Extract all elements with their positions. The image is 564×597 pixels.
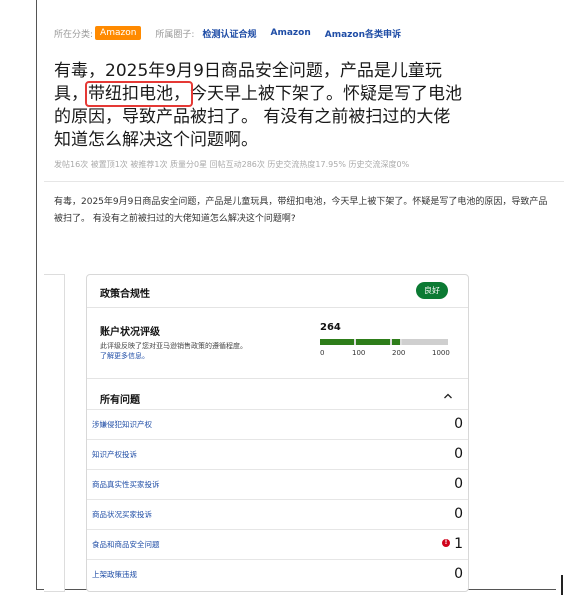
account-status-section: 账户状况评级 此评级反映了您对亚马逊销售政策的遵循程度。 了解更多信息。 264…	[87, 308, 468, 379]
issue-link[interactable]: 上架政策违规	[92, 569, 137, 580]
score-bar-segment-3	[392, 339, 400, 345]
post-title: 有毒，2025年9月9日商品安全问题，产品是儿童玩具，带纽扣电池，今天早上被下架…	[54, 60, 464, 152]
all-issues-header[interactable]: 所有问题	[87, 379, 468, 409]
post-body: 有毒，2025年9月9日商品安全问题，产品是儿童玩具，带纽扣电池，今天早上被下架…	[54, 197, 548, 224]
score-bar-segment-4	[402, 339, 448, 345]
account-health-score: 264	[320, 322, 341, 333]
scale-tick-1000: 1000	[432, 349, 450, 357]
circle-link-compliance[interactable]: 检测认证合规	[202, 27, 256, 40]
circle-label: 所属圈子:	[155, 29, 195, 40]
account-status-title: 账户状况评级	[100, 327, 160, 338]
score-bar-segment-2	[356, 339, 390, 345]
category-label: 所在分类:	[54, 29, 94, 40]
scale-tick-100: 100	[352, 349, 366, 357]
score-bar	[320, 339, 448, 345]
alert-icon: !	[442, 539, 450, 547]
scale-tick-200: 200	[392, 349, 406, 357]
card-heading: 政策合规性	[100, 289, 150, 300]
status-badge: 良好	[416, 282, 448, 299]
post-meta: 所在分类: Amazon 所属圈子: 检测认证合规 Amazon Amazon各…	[54, 24, 401, 42]
issue-link[interactable]: 涉嫌侵犯知识产权	[92, 419, 152, 430]
chevron-up-icon[interactable]	[443, 391, 453, 401]
circle-link-appeals[interactable]: Amazon各类申诉	[325, 27, 401, 40]
issue-count: 0	[454, 566, 463, 582]
issue-row[interactable]: 涉嫌侵犯知识产权 0	[87, 409, 468, 440]
issue-row[interactable]: 上架政策违规 0	[87, 559, 468, 590]
issue-row[interactable]: 食品和商品安全问题 ! 1	[87, 529, 468, 560]
circle-link-amazon[interactable]: Amazon	[270, 28, 310, 38]
issue-row[interactable]: 商品状况买家投诉 0	[87, 499, 468, 530]
score-bar-segment-1	[320, 339, 354, 345]
issue-link[interactable]: 商品状况买家投诉	[92, 509, 152, 520]
issue-count: 0	[454, 506, 463, 522]
screenshot-frame-left	[36, 0, 37, 590]
account-status-desc: 此评级反映了您对亚马逊销售政策的遵循程度。	[100, 342, 247, 350]
author-stats: 发帖16次 被置顶1次 被推荐1次 质量分0星 回帖互动286次 历史交流热度1…	[54, 160, 410, 169]
learn-more-link[interactable]: 了解更多信息。	[100, 351, 149, 361]
issue-link[interactable]: 知识产权投诉	[92, 449, 137, 460]
issue-count: 1	[454, 536, 463, 552]
issue-row[interactable]: 商品真实性买家投诉 0	[87, 469, 468, 500]
issue-count: 0	[454, 476, 463, 492]
issue-link[interactable]: 商品真实性买家投诉	[92, 479, 160, 490]
policy-compliance-card: 政策合规性 良好 账户状况评级 此评级反映了您对亚马逊销售政策的遵循程度。 了解…	[86, 274, 469, 592]
issue-link[interactable]: 食品和商品安全问题	[92, 539, 160, 550]
divider	[44, 181, 564, 182]
left-panel-edge	[44, 274, 65, 592]
category-tag[interactable]: Amazon	[95, 26, 142, 40]
issue-count: 0	[454, 446, 463, 462]
all-issues-heading: 所有问题	[100, 395, 140, 406]
title-highlight: 带纽扣电池，	[85, 81, 193, 107]
score-scale: 0 100 200 1000	[320, 349, 450, 359]
scale-tick-0: 0	[320, 349, 325, 357]
card-header: 政策合规性 良好	[87, 275, 468, 308]
issue-count: 0	[454, 416, 463, 432]
issue-row[interactable]: 知识产权投诉 0	[87, 439, 468, 470]
text-cursor-mark	[561, 575, 563, 595]
